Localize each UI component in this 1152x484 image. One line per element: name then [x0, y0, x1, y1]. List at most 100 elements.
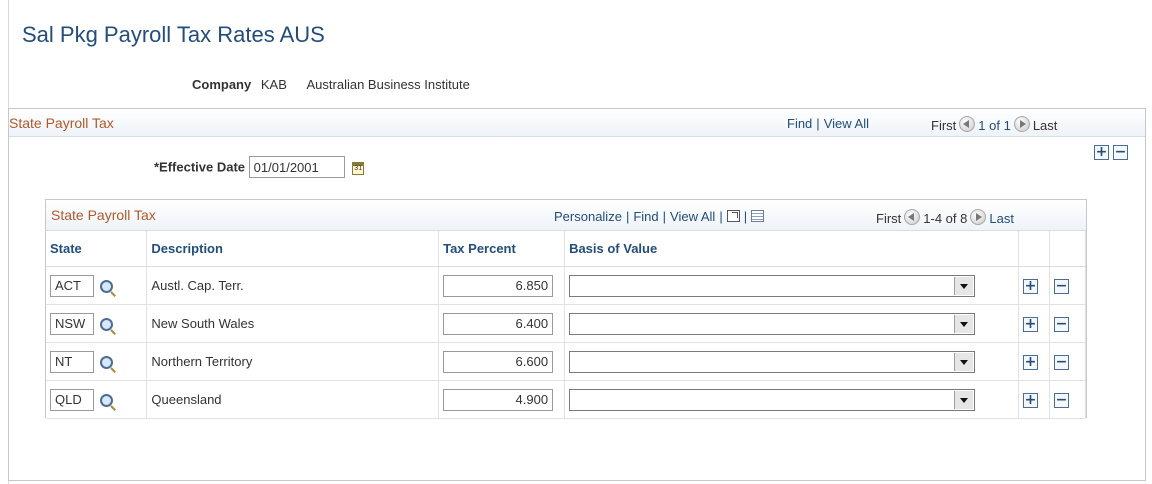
- delete-cell: −: [1049, 342, 1087, 381]
- outer-row-actions: + −: [1090, 144, 1128, 161]
- calendar-icon[interactable]: [352, 161, 365, 175]
- company-code: KAB: [260, 77, 287, 92]
- basis-of-value-select[interactable]: [569, 350, 976, 373]
- inner-range-text: 1-4 of 8: [923, 211, 968, 226]
- outer-next-icon[interactable]: [1013, 116, 1030, 132]
- add-effective-row-button[interactable]: +: [1094, 145, 1109, 161]
- delete-cell: −: [1049, 304, 1087, 343]
- basis-of-value-select[interactable]: [569, 312, 976, 335]
- separator: |: [719, 209, 723, 224]
- lookup-icon[interactable]: [100, 356, 113, 370]
- inner-find-link[interactable]: Find: [633, 209, 658, 224]
- outer-find-link[interactable]: Find: [787, 116, 812, 131]
- column-header-basis-of-value[interactable]: Basis of Value: [564, 231, 1019, 267]
- new-window-icon[interactable]: [726, 210, 740, 222]
- add-row-button[interactable]: +: [1022, 316, 1038, 332]
- chevron-down-icon[interactable]: [954, 390, 974, 409]
- state-input[interactable]: [50, 312, 94, 335]
- delete-row-button[interactable]: −: [1053, 316, 1069, 332]
- column-header-description[interactable]: Description: [146, 231, 440, 267]
- state-input[interactable]: [50, 388, 94, 411]
- tax-percent-cell: [438, 266, 566, 305]
- delete-row-button[interactable]: −: [1053, 392, 1069, 408]
- basis-cell: [564, 266, 1019, 305]
- add-row-button[interactable]: +: [1022, 354, 1038, 370]
- inner-next-icon[interactable]: [970, 209, 987, 225]
- table-row: Queensland + −: [46, 380, 1087, 419]
- tax-percent-input[interactable]: [443, 388, 554, 411]
- inner-grid-header: State Payroll Tax Personalize | Find | View …: [46, 200, 1086, 231]
- page-title: Sal Pkg Payroll Tax Rates AUS: [22, 22, 325, 47]
- state-cell: [46, 380, 148, 419]
- tax-percent-input[interactable]: [443, 350, 554, 373]
- chevron-down-icon[interactable]: [954, 352, 974, 371]
- lookup-icon[interactable]: [100, 280, 113, 294]
- tax-percent-cell: [438, 380, 566, 419]
- effective-date-label: *Effective Date: [154, 159, 246, 175]
- description-cell: Queensland: [146, 380, 440, 419]
- add-cell: +: [1018, 342, 1050, 381]
- outer-grid-header: State Payroll Tax Find | View All First 1 o…: [9, 109, 1145, 137]
- state-cell: [46, 266, 148, 305]
- outer-first-label: First: [931, 118, 957, 133]
- delete-cell: −: [1049, 380, 1087, 419]
- delete-cell: −: [1049, 266, 1087, 305]
- outer-grid-pager: First 1 of 1 Last: [931, 116, 1057, 133]
- outer-range-text: 1 of 1: [978, 118, 1011, 133]
- outer-grid-nav-links: Find | View All: [787, 116, 869, 131]
- inner-prev-icon[interactable]: [904, 209, 921, 225]
- company-name: Australian Business Institute: [306, 77, 470, 92]
- basis-of-value-select[interactable]: [569, 274, 976, 297]
- add-row-button[interactable]: +: [1022, 278, 1038, 294]
- outer-prev-icon[interactable]: [959, 116, 976, 132]
- add-cell: +: [1018, 380, 1050, 419]
- state-input[interactable]: [50, 350, 94, 373]
- tax-percent-cell: [438, 304, 566, 343]
- effective-date-input[interactable]: [248, 156, 345, 178]
- description-cell: New South Wales: [146, 304, 440, 343]
- inner-grid-title: State Payroll Tax: [51, 207, 156, 223]
- chevron-down-icon[interactable]: [954, 314, 974, 333]
- effective-date-row: *Effective Date: [154, 156, 365, 178]
- chevron-down-icon[interactable]: [954, 276, 974, 295]
- lookup-icon[interactable]: [100, 318, 113, 332]
- column-header-state[interactable]: State: [46, 231, 148, 267]
- add-cell: +: [1018, 304, 1050, 343]
- state-payroll-tax-inner-grid: State Payroll Tax Personalize | Find | View …: [45, 199, 1087, 419]
- table-header-row: State Description Tax Percent Basis of V…: [46, 231, 1087, 267]
- delete-effective-row-button[interactable]: −: [1113, 145, 1128, 161]
- basis-cell: [564, 304, 1019, 343]
- tax-percent-input[interactable]: [443, 312, 554, 335]
- outer-grid-title: State Payroll Tax: [9, 115, 114, 131]
- basis-cell: [564, 380, 1019, 419]
- lookup-icon[interactable]: [100, 394, 113, 408]
- basis-of-value-select[interactable]: [569, 388, 976, 411]
- description-cell: Northern Territory: [146, 342, 440, 381]
- separator: |: [743, 209, 748, 224]
- column-header-tax-percent[interactable]: Tax Percent: [438, 231, 566, 267]
- spreadsheet-icon[interactable]: [751, 210, 765, 222]
- inner-first-label: First: [876, 211, 902, 226]
- add-row-button[interactable]: +: [1022, 392, 1038, 408]
- column-header-add: [1018, 231, 1050, 267]
- inner-view-all-link[interactable]: View All: [670, 209, 715, 224]
- tax-percent-input[interactable]: [443, 274, 554, 297]
- inner-grid-pager: First 1-4 of 8 Last: [876, 209, 1014, 226]
- personalize-link[interactable]: Personalize: [554, 209, 622, 224]
- column-header-delete: [1049, 231, 1087, 267]
- table-row: Northern Territory + −: [46, 342, 1087, 381]
- separator: |: [625, 209, 630, 224]
- delete-row-button[interactable]: −: [1053, 278, 1069, 294]
- delete-row-button[interactable]: −: [1053, 354, 1069, 370]
- table-row: Austl. Cap. Terr. + −: [46, 266, 1087, 305]
- inner-grid-nav-links: Personalize | Find | View All | |: [554, 209, 765, 224]
- add-cell: +: [1018, 266, 1050, 305]
- inner-last-link[interactable]: Last: [989, 211, 1014, 226]
- company-label: Company: [192, 77, 252, 92]
- description-cell: Austl. Cap. Terr.: [146, 266, 440, 305]
- tax-percent-cell: [438, 342, 566, 381]
- payroll-tax-table: State Description Tax Percent Basis of V…: [46, 231, 1087, 419]
- state-input[interactable]: [50, 274, 94, 297]
- outer-last-label: Last: [1032, 118, 1058, 133]
- outer-view-all-link[interactable]: View All: [824, 116, 869, 131]
